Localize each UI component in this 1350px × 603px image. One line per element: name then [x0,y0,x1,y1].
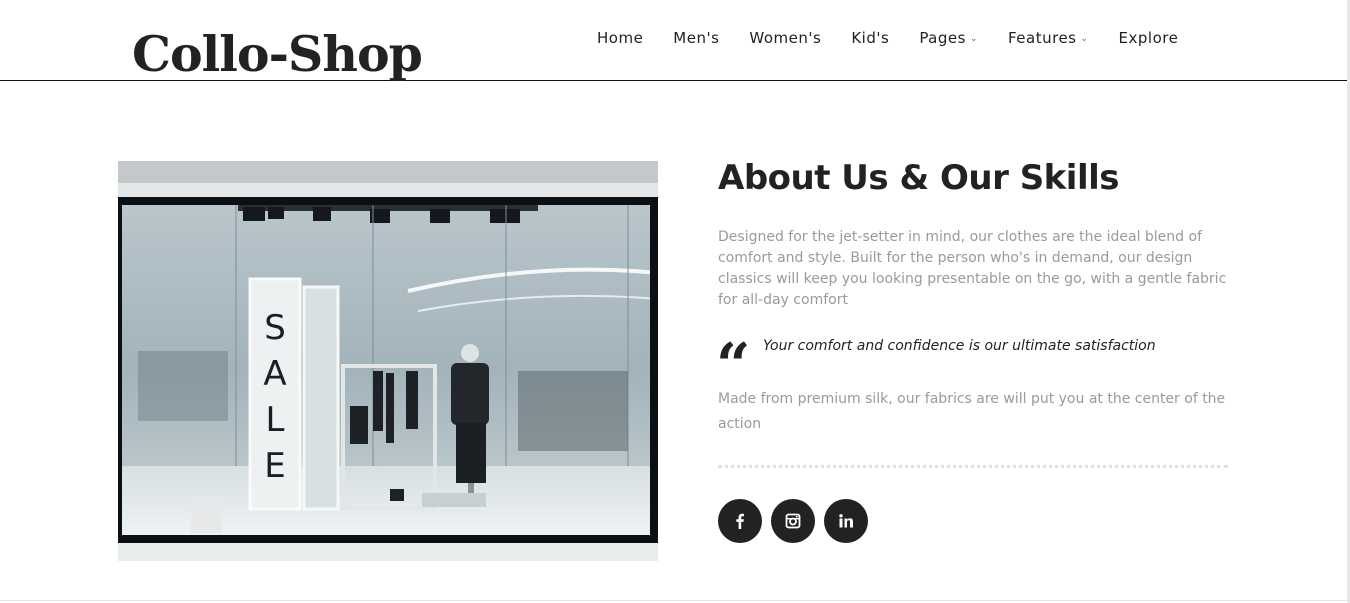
nav-label: Kid's [851,29,890,47]
quote-text: Your comfort and confidence is our ultim… [763,338,1156,354]
nav-item-home[interactable]: Home [597,29,643,47]
about-description: Designed for the jet-setter in mind, our… [718,229,1227,308]
dotted-divider [718,465,1228,468]
main-nav: Home Men's Women's Kid's Pages ⌄ Features… [597,29,1178,47]
sale-letter: L [266,400,285,440]
sale-letter: S [264,308,286,348]
about-title: About Us & Our Skills [718,158,1120,198]
store-illustration: S A L E [118,161,658,561]
nav-label: Men's [673,29,720,47]
nav-label: Women's [749,29,822,47]
nav-label: Pages [919,29,966,47]
site-logo[interactable]: Collo-Shop [132,24,423,84]
nav-item-pages[interactable]: Pages ⌄ [919,29,978,47]
nav-item-womens[interactable]: Women's [749,29,821,47]
detail-text: Made from premium silk, our fabrics are … [718,391,1226,432]
sale-letter: E [264,446,285,486]
quote-icon: “ [716,336,751,380]
nav-label: Features [1008,29,1077,47]
nav-label: Home [597,29,644,47]
chevron-down-icon: ⌄ [969,34,978,44]
page-bottom-divider [0,600,1350,601]
nav-item-mens[interactable]: Men's [673,29,719,47]
instagram-button[interactable] [771,499,815,543]
linkedin-icon [839,514,853,528]
sale-letter: A [263,354,286,394]
chevron-down-icon: ⌄ [1080,34,1089,44]
instagram-icon [785,513,801,529]
site-header: Collo-Shop Home Men's Women's Kid's Page… [0,0,1350,84]
nav-item-kids[interactable]: Kid's [851,29,889,47]
nav-label: Explore [1118,29,1179,47]
facebook-icon [736,513,744,529]
linkedin-button[interactable] [824,499,868,543]
facebook-button[interactable] [718,499,762,543]
social-links [718,499,877,543]
nav-item-features[interactable]: Features ⌄ [1008,29,1089,47]
store-window-image: S A L E [118,161,658,561]
nav-item-explore[interactable]: Explore [1119,29,1179,47]
